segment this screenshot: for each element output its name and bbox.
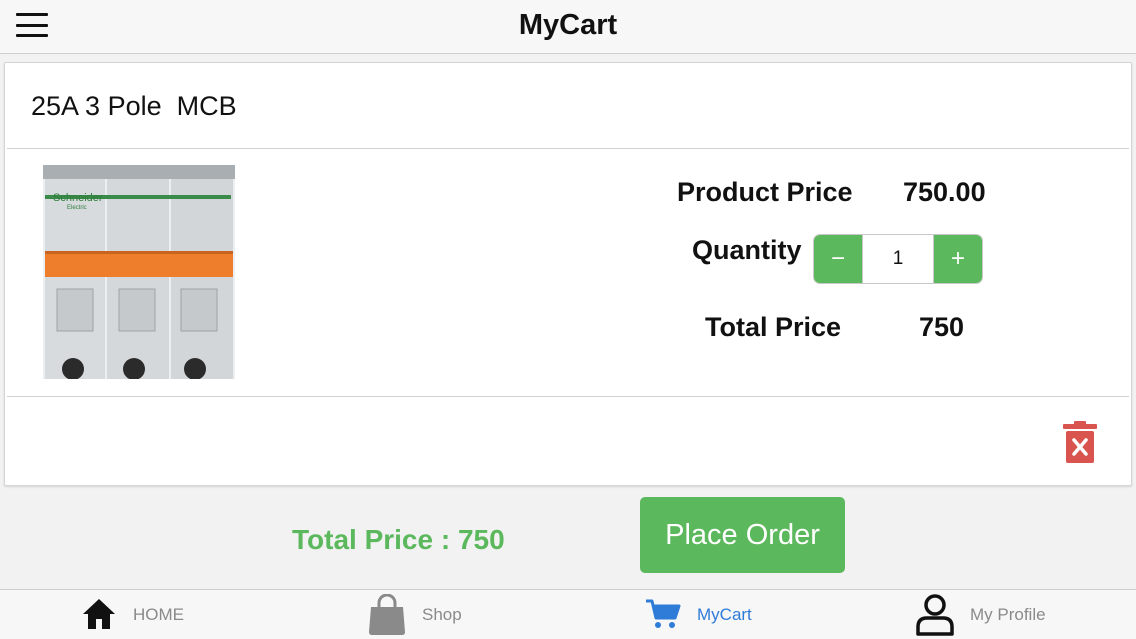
divider [7,396,1129,397]
product-image: Schneider Electric [43,165,235,379]
product-image-brand: Schneider [53,192,103,204]
total-price-label: Total Price [705,312,842,342]
cart-icon [646,599,681,628]
cart-item-card: 25A 3 Pole MCB Schneider Electric Produc… [4,62,1132,486]
quantity-stepper: − 1 + [813,234,983,284]
tab-shop-label: Shop [422,605,462,624]
bottom-tab-bar: HOME Shop MyCart My Profile [0,589,1136,639]
page-title: MyCart [518,9,618,41]
quantity-label: Quantity [692,235,802,265]
product-image-brand-sub: Electric [67,205,87,211]
product-price-value: 750.00 [903,177,986,207]
cart-total-text: Total Price : 750 [292,524,505,555]
increment-button[interactable]: + [933,235,982,283]
divider [7,148,1129,149]
total-price-value: 750 [919,312,965,342]
tab-my-profile[interactable]: My Profile [915,590,1060,639]
tab-shop[interactable]: Shop [368,590,478,639]
top-bar: MyCart [0,0,1136,54]
home-icon [83,599,115,629]
tab-my-profile-label: My Profile [970,605,1046,624]
place-order-button[interactable]: Place Order [640,497,845,573]
tab-home[interactable]: HOME [80,590,220,639]
delete-icon[interactable] [1063,421,1097,463]
shopping-bag-icon [369,594,405,635]
profile-icon [916,594,954,636]
tab-mycart[interactable]: MyCart [645,590,765,639]
product-name: 25A 3 Pole MCB [31,91,237,121]
tab-mycart-label: MyCart [697,605,752,624]
quantity-value[interactable]: 1 [863,235,933,283]
decrement-button[interactable]: − [814,235,863,283]
tab-home-label: HOME [133,605,184,624]
product-price-label: Product Price [677,177,853,207]
